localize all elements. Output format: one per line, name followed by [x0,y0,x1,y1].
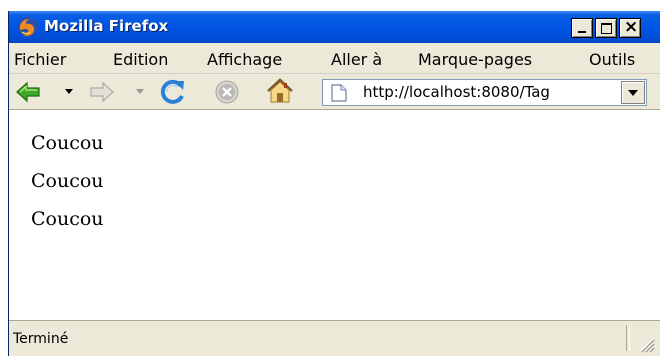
forward-dropdown-icon[interactable] [136,89,144,94]
reload-icon[interactable] [159,78,187,106]
maximize-button[interactable] [595,18,617,38]
minimize-button[interactable] [571,18,593,38]
menu-bar: Fichier Edition Affichage Aller à Marque… [9,43,660,73]
url-bar[interactable]: http://localhost:8080/Tag [322,79,647,106]
home-icon[interactable] [265,77,295,105]
close-button[interactable]: × [619,17,641,38]
forward-arrow-icon[interactable] [89,80,115,104]
resize-grip-icon[interactable] [637,335,655,353]
menu-affichage[interactable]: Affichage [207,50,282,69]
content-line: Coucou [31,132,104,154]
back-arrow-icon[interactable] [15,80,41,104]
menu-outils[interactable]: Outils [589,50,635,69]
menu-fichier[interactable]: Fichier [14,50,66,69]
close-icon: × [624,17,639,37]
back-dropdown-icon[interactable] [65,89,73,94]
navigation-toolbar: http://localhost:8080/Tag [9,73,660,110]
stop-icon[interactable] [214,79,240,105]
status-text: Terminé [13,331,69,347]
url-input[interactable]: http://localhost:8080/Tag [363,83,550,101]
menu-aller[interactable]: Aller à [331,50,382,69]
firefox-logo-icon [18,17,38,37]
status-divider [626,325,630,351]
window-title: Mozilla Firefox [44,17,169,35]
page-content: Coucou Coucou Coucou [9,109,660,320]
content-line: Coucou [31,170,104,192]
status-bar: Terminé [9,320,660,356]
browser-window: Mozilla Firefox × Fichier Edition Affich… [8,11,660,356]
title-bar[interactable]: Mozilla Firefox × [9,11,660,43]
url-history-dropdown[interactable] [621,81,645,104]
menu-marque-pages[interactable]: Marque-pages [418,50,532,69]
page-icon [331,84,347,102]
menu-edition[interactable]: Edition [113,50,168,69]
content-line: Coucou [31,208,104,230]
